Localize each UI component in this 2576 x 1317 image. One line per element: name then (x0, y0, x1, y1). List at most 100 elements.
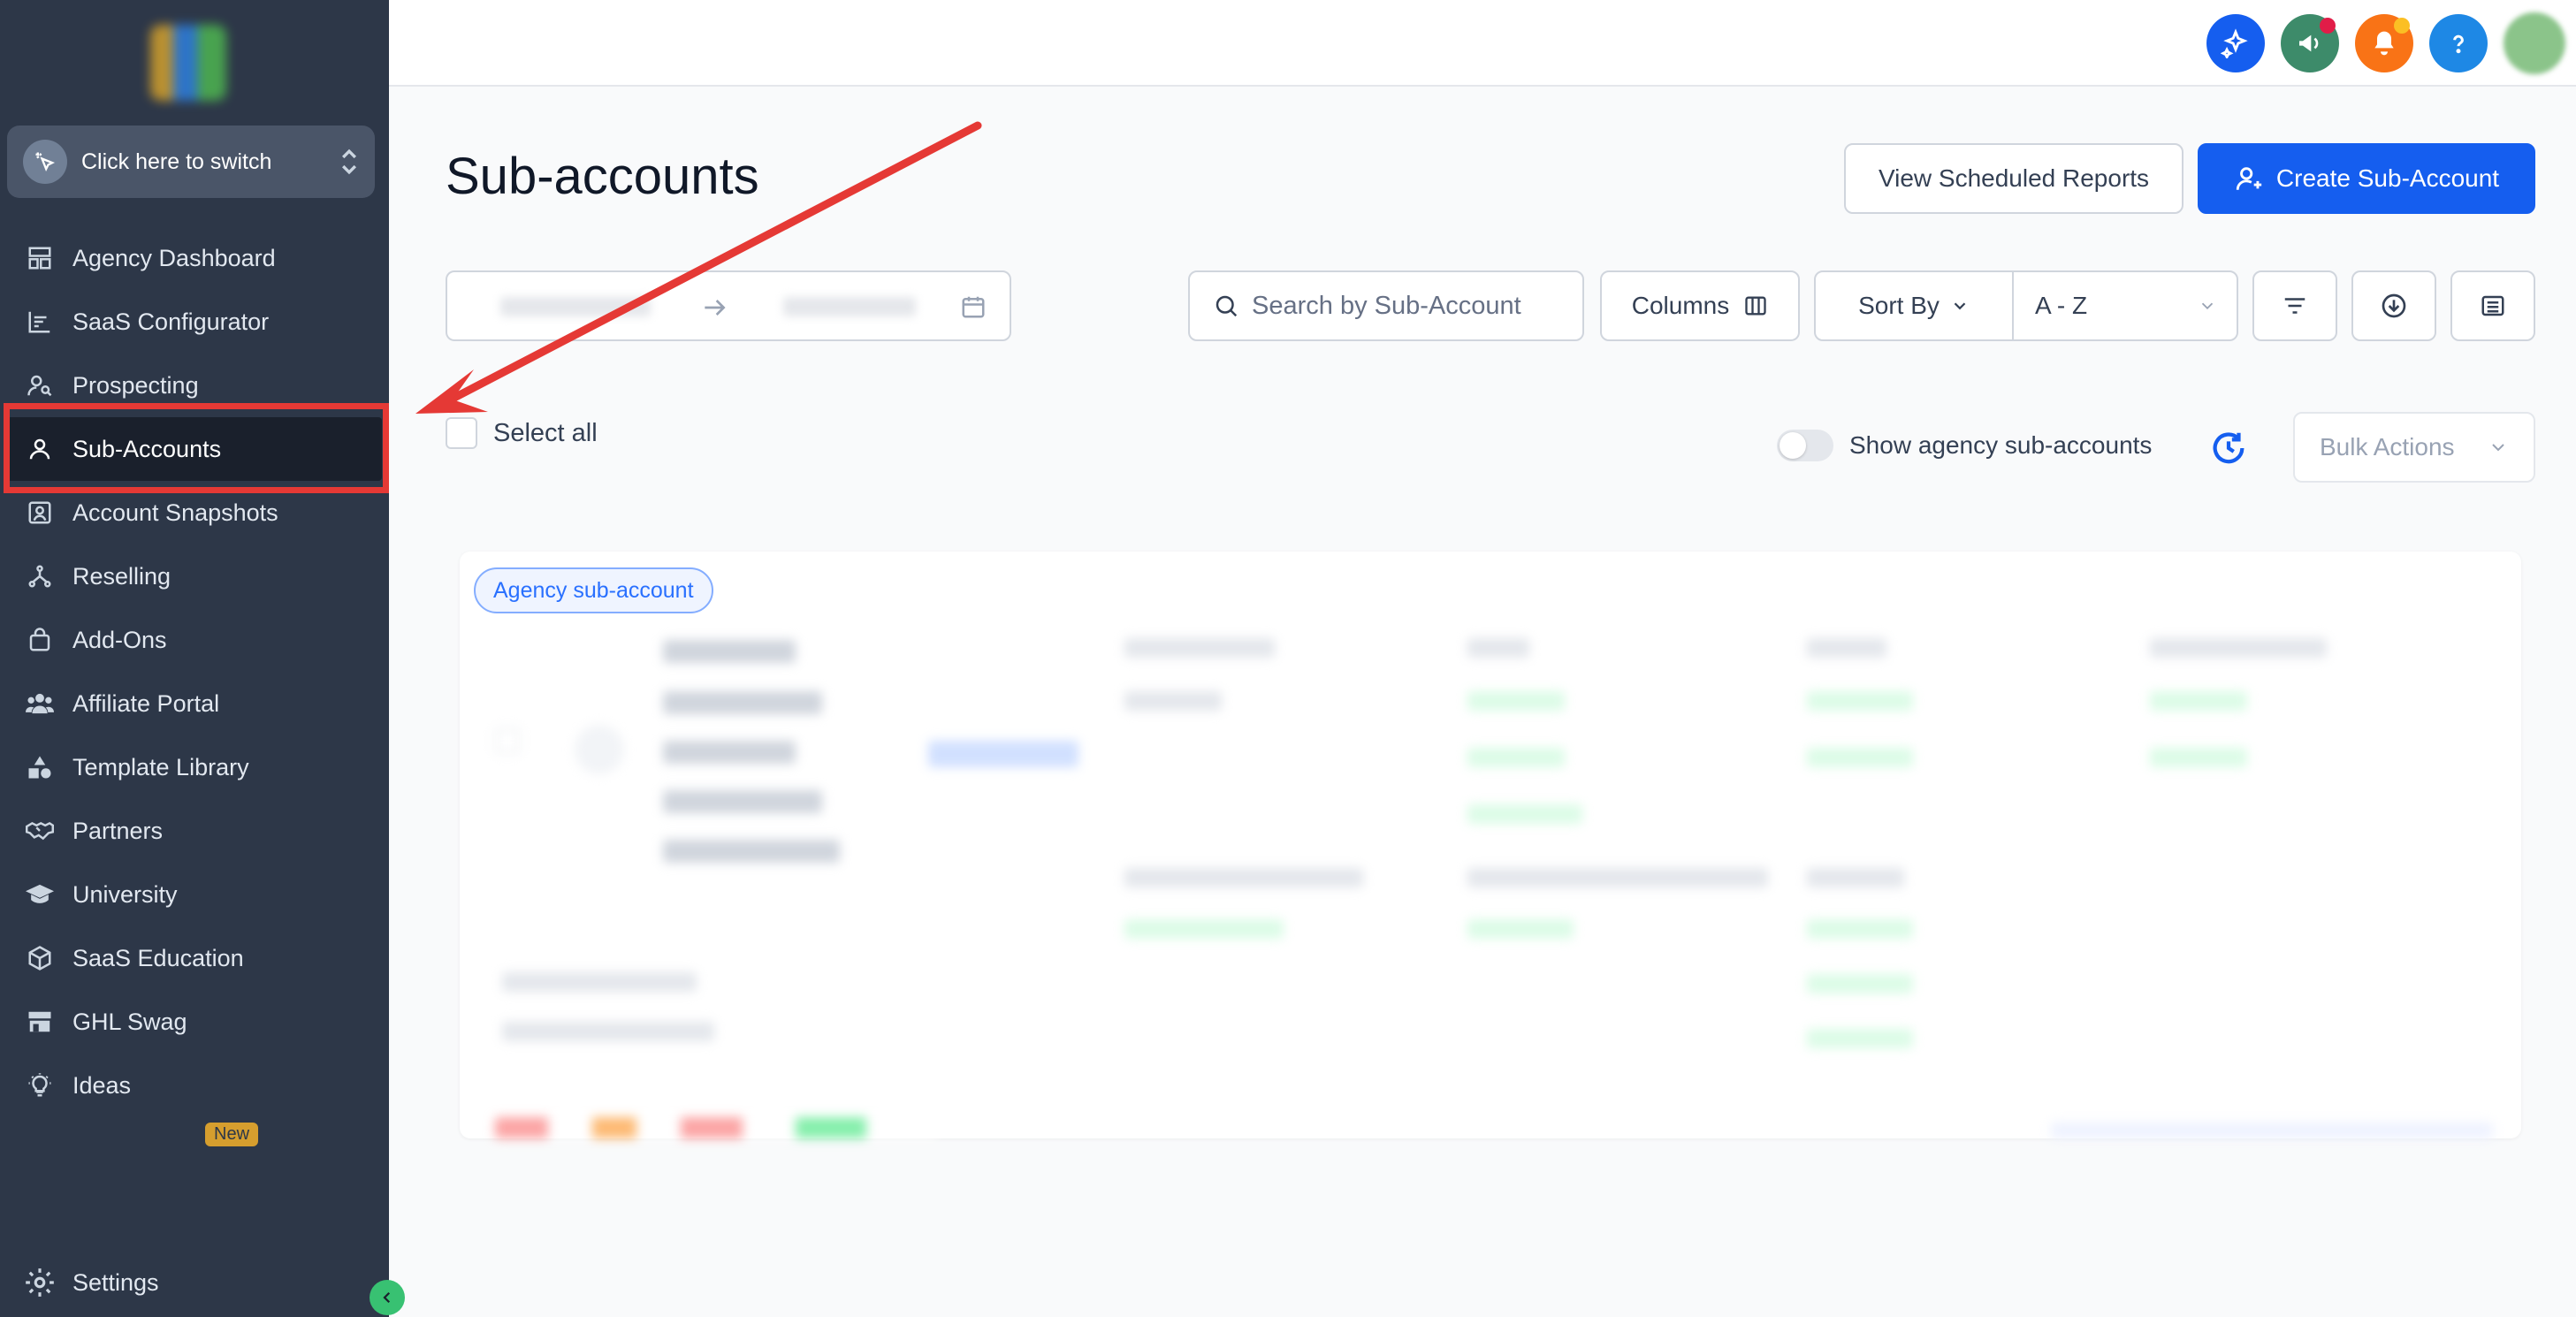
account-switcher[interactable]: Click here to switch (7, 126, 375, 198)
filter-icon (2284, 298, 2305, 314)
sidebar-item-university[interactable]: University (0, 863, 389, 926)
view-scheduled-reports-button[interactable]: View Scheduled Reports (1844, 143, 2184, 214)
dashboard-icon (23, 241, 57, 275)
sidebar-item-add-ons[interactable]: Add-Ons (0, 608, 389, 672)
bulk-actions-label: Bulk Actions (2320, 433, 2455, 461)
notification-dot (2394, 18, 2410, 34)
avatar[interactable] (2504, 12, 2565, 74)
columns-label: Columns (1631, 292, 1730, 319)
collapse-sidebar-button[interactable] (370, 1280, 405, 1315)
blurred-content (1807, 691, 1913, 711)
blurred-content (1807, 919, 1913, 939)
sort-group: Sort By A - Z (1814, 270, 2238, 341)
chevron-down-icon (2492, 444, 2504, 452)
new-badge: New (205, 1123, 259, 1146)
top-bar (389, 0, 2576, 87)
blurred-content (1467, 804, 1582, 824)
agency-logo[interactable] (150, 25, 226, 101)
chevron-updown-icon (341, 148, 357, 175)
bulk-actions-dropdown[interactable]: Bulk Actions (2293, 412, 2535, 483)
sidebar-item-label: Ideas (72, 1071, 132, 1099)
sidebar-item-agency-dashboard[interactable]: Agency Dashboard (0, 226, 389, 290)
sidebar-item-label: Add-Ons (72, 626, 167, 653)
settings-label: Settings (72, 1268, 159, 1296)
blurred-content (1807, 868, 1904, 887)
notifications-button[interactable] (2355, 14, 2413, 72)
sidebar-item-ghl-swag[interactable]: GHL Swag (0, 990, 389, 1054)
history-icon[interactable] (2208, 428, 2249, 468)
sort-by-label: Sort By (1858, 292, 1940, 319)
top-icons (2206, 12, 2565, 74)
blurred-content (575, 725, 624, 774)
columns-button[interactable]: Columns (1600, 270, 1800, 341)
sidebar-item-settings[interactable]: Settings (23, 1266, 159, 1299)
graduation-icon (23, 878, 57, 911)
sidebar-item-reselling[interactable]: Reselling (0, 544, 389, 608)
sidebar-item-label: Affiliate Portal (72, 689, 220, 717)
users-icon (23, 687, 57, 720)
show-agency-sub-accounts: Show agency sub-accounts (1777, 430, 2152, 461)
bell-icon (2374, 31, 2394, 56)
sort-order-select[interactable]: A - Z (2014, 272, 2237, 339)
sidebar-item-label: Reselling (72, 562, 171, 590)
help-button[interactable] (2429, 14, 2488, 72)
select-all-checkbox[interactable] (446, 417, 477, 449)
announcements-button[interactable] (2281, 14, 2339, 72)
list-icon (2481, 295, 2504, 316)
cube-icon (23, 941, 57, 975)
filter-button[interactable] (2252, 270, 2337, 341)
create-sub-account-button[interactable]: Create Sub-Account (2198, 143, 2535, 214)
sort-by-button[interactable]: Sort By (1816, 272, 2014, 339)
sidebar-item-label: Prospecting (72, 371, 199, 399)
columns-icon (1745, 296, 1766, 316)
end-date-blurred (783, 297, 916, 316)
select-all[interactable]: Select all (446, 417, 598, 449)
sidebar-item-saas-configurator[interactable]: SaaS Configurator (0, 290, 389, 354)
sidebar-nav: Agency Dashboard SaaS Configurator Prosp… (0, 226, 389, 1117)
blurred-content (663, 741, 796, 764)
sidebar-item-ideas[interactable]: Ideas (0, 1054, 389, 1117)
list-view-button[interactable] (2450, 270, 2535, 341)
sidebar-item-affiliate-portal[interactable]: Affiliate Portal (0, 672, 389, 735)
show-agency-label: Show agency sub-accounts (1849, 431, 2153, 459)
sidebar-item-saas-education[interactable]: SaaS Education (0, 926, 389, 990)
page-title: Sub-accounts (446, 148, 759, 205)
highlight-box (4, 403, 389, 493)
sub-account-card[interactable] (460, 552, 2521, 1138)
chevron-left-icon (383, 1291, 391, 1304)
megaphone-icon (2299, 34, 2319, 52)
agency-badge-label: Agency sub-account (493, 577, 694, 603)
sidebar-item-label: Template Library (72, 753, 249, 780)
notification-dot (2320, 18, 2336, 34)
blurred-content (663, 691, 822, 714)
sidebar-item-label: Account Snapshots (72, 499, 278, 526)
add-user-icon (2236, 167, 2262, 190)
sidebar-item-partners[interactable]: Partners (0, 799, 389, 863)
show-agency-toggle[interactable] (1777, 430, 1833, 461)
sidebar: Click here to switch Agency Dashboard Sa… (0, 0, 405, 1317)
bag-icon (23, 623, 57, 657)
blurred-content (1124, 691, 1222, 711)
download-button[interactable] (2351, 270, 2436, 341)
blurred-content (1124, 868, 1363, 887)
sidebar-item-label: Agency Dashboard (72, 244, 276, 271)
search-input[interactable]: Search by Sub-Account (1188, 270, 1584, 341)
gear-icon (26, 1268, 54, 1297)
pointer-click-icon (23, 140, 67, 184)
sidebar-item-label: University (72, 880, 178, 908)
ai-assistant-button[interactable] (2206, 14, 2265, 72)
reselling-icon (23, 560, 57, 593)
switcher-label: Click here to switch (81, 148, 272, 174)
handshake-icon (23, 814, 57, 848)
sidebar-item-template-library[interactable]: Template Library (0, 735, 389, 799)
blurred-content (1807, 974, 1913, 993)
blurred-content (2150, 638, 2327, 658)
blurred-content (495, 1117, 937, 1138)
blurred-content (1124, 919, 1284, 939)
sidebar-item-label: GHL Swag (72, 1008, 187, 1035)
blurred-content (495, 728, 520, 753)
date-range-picker[interactable] (446, 270, 1011, 341)
agency-sub-account-badge: Agency sub-account (474, 567, 713, 613)
lightbulb-icon (23, 1069, 57, 1102)
prospecting-icon (23, 369, 57, 402)
